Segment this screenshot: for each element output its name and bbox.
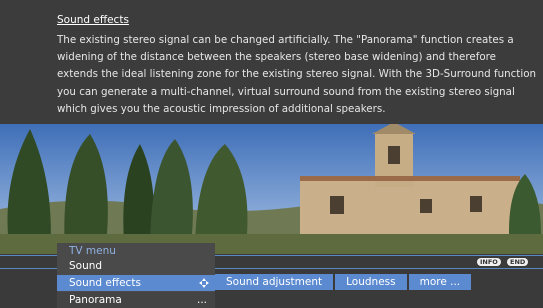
background-scene bbox=[0, 124, 543, 254]
more-indicator: ... bbox=[196, 294, 207, 306]
end-key[interactable]: END bbox=[507, 258, 529, 266]
info-key[interactable]: INFO bbox=[477, 258, 501, 266]
menu-item-sound-effects[interactable]: Sound effects bbox=[57, 275, 215, 291]
menu-item-sound[interactable]: Sound bbox=[57, 258, 215, 274]
menu-header: TV menu bbox=[69, 245, 116, 257]
help-panel: Sound effects The existing stereo signal… bbox=[0, 0, 543, 124]
menu-item-label: Panorama bbox=[69, 294, 122, 306]
submenu: Sound adjustment Loudness more ... bbox=[215, 274, 473, 290]
navigate-cross-icon bbox=[199, 278, 209, 288]
help-text: The existing stereo signal can be change… bbox=[57, 34, 537, 115]
tv-menu: TV menu Sound Sound effects Panorama ... bbox=[57, 243, 215, 308]
submenu-item-sound-adjustment[interactable]: Sound adjustment bbox=[215, 274, 334, 290]
help-title: Sound effects bbox=[57, 14, 129, 26]
menu-item-label: Sound effects bbox=[69, 277, 141, 289]
submenu-item-loudness[interactable]: Loudness bbox=[335, 274, 407, 290]
submenu-item-more[interactable]: more ... bbox=[408, 274, 472, 290]
landscape-photo bbox=[0, 124, 543, 254]
menu-item-label: Sound bbox=[69, 260, 103, 272]
menu-item-panorama[interactable]: Panorama ... bbox=[57, 292, 215, 308]
